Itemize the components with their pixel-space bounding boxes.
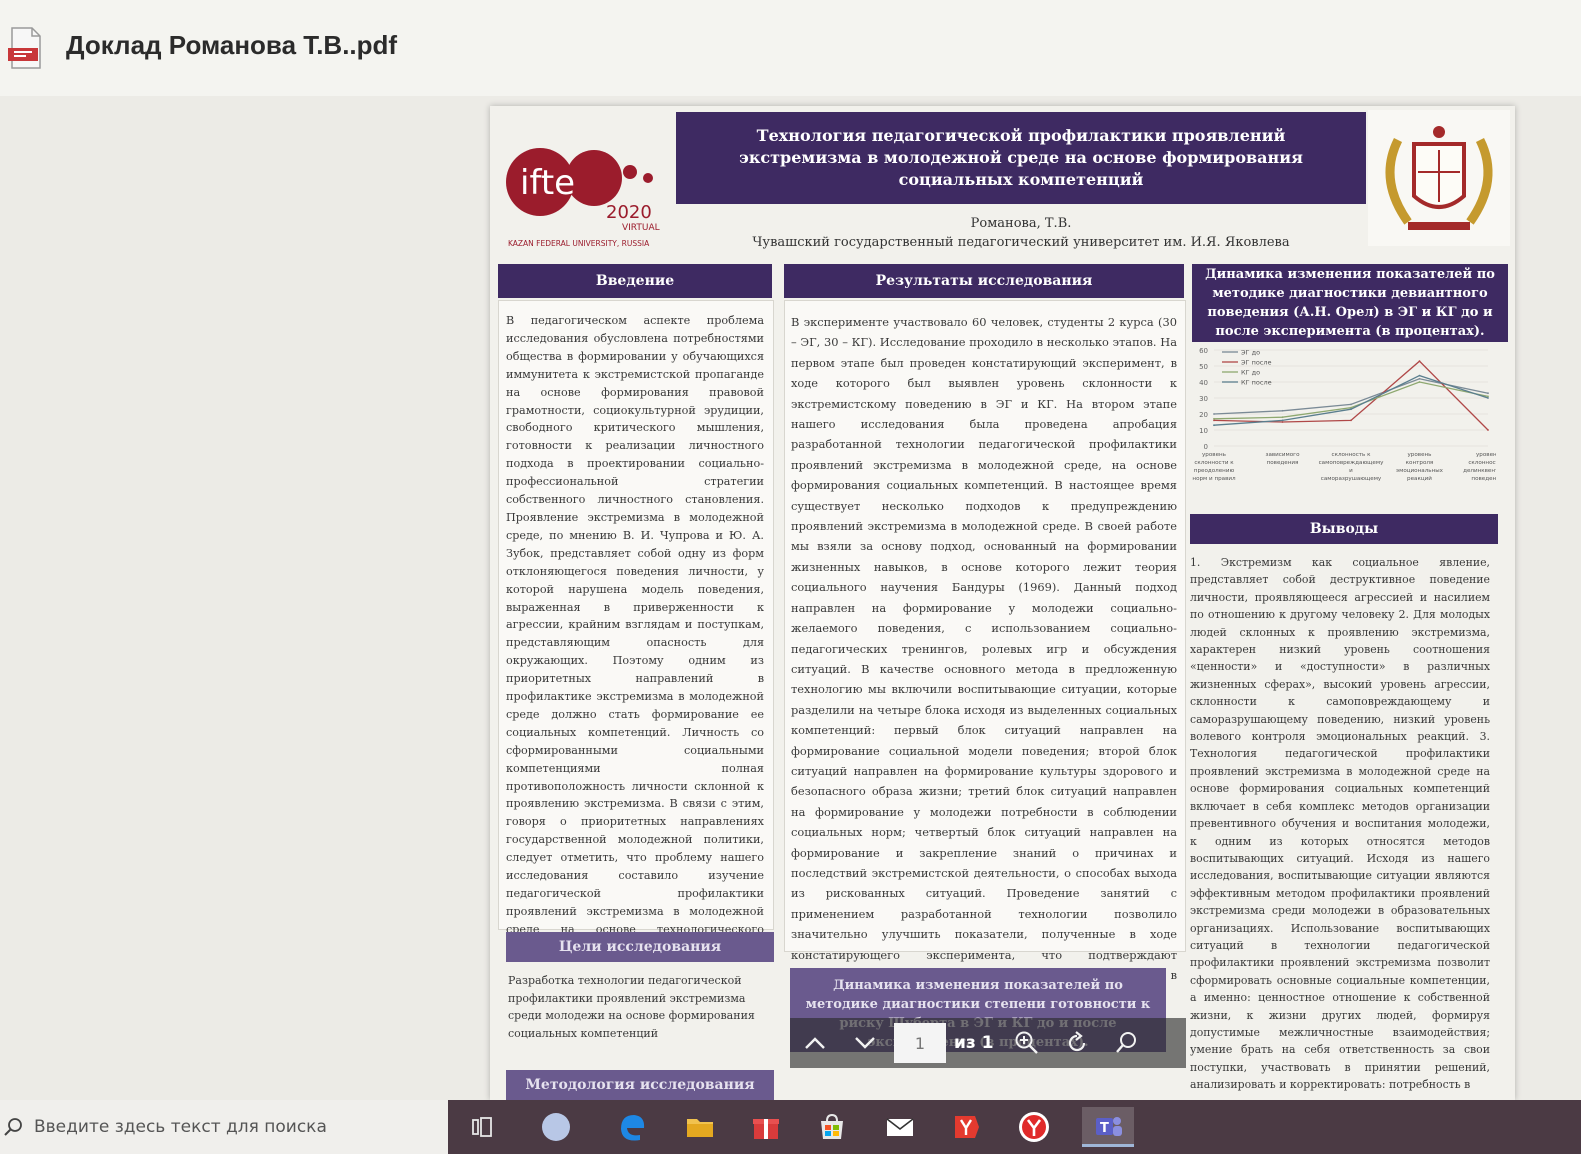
data-point [1281,421,1284,423]
data-point [1418,381,1421,383]
chevron-down-icon [855,1037,875,1049]
y-tick-label: 40 [1199,379,1208,387]
legend-label: КГ после [1241,379,1272,387]
edge-icon [621,1115,645,1141]
legend-label: ЭГ до [1241,349,1260,357]
mail-button[interactable] [880,1107,920,1147]
file-explorer-button[interactable] [680,1107,720,1147]
page-number-input[interactable]: 1 [894,1023,946,1063]
gift-icon [753,1119,779,1139]
dyn1-heading: Динамика изменения показателей по методи… [1192,264,1508,342]
data-point [1487,395,1489,398]
cortana-button[interactable] [536,1107,576,1147]
edge-browser-button[interactable] [612,1107,652,1147]
x-tick-label: уровеньсклонности кделинквентномуповеден… [1463,452,1496,482]
previous-page-button[interactable] [790,1018,840,1068]
store-button[interactable] [812,1107,852,1147]
title-bar: Доклад Романова Т.В..pdf [0,0,1581,97]
y-tick-label: 10 [1199,427,1208,435]
method-heading: Методология исследования [506,1070,774,1100]
series-line [1213,381,1489,420]
results-heading: Результаты исследования [784,264,1184,298]
taskbar-search-box[interactable]: Введите здесь текст для поиска [0,1100,448,1154]
data-point [1213,424,1215,427]
intro-heading: Введение [498,264,772,298]
legend-label: КГ до [1241,369,1260,377]
logo-text: ifte [520,163,575,203]
data-point [1350,419,1352,422]
rotate-icon [1068,1031,1085,1052]
data-point [1350,408,1352,411]
y-tick-label: 50 [1199,363,1208,371]
task-view-icon [472,1117,492,1137]
yandex-browser-icon [1019,1112,1049,1142]
poster-authors: Романова, Т.В. Чувашский государственный… [676,214,1366,252]
conclusions-heading: Выводы [1190,514,1498,544]
teams-icon: T [1096,1116,1122,1136]
data-point [1213,417,1215,420]
y-tick-label: 20 [1199,411,1208,419]
results-text: В эксперименте участвовало 60 человек, с… [791,315,1177,1002]
data-point [1281,416,1284,419]
y-tick-label: 60 [1199,347,1208,355]
search-icon [1115,1032,1136,1053]
data-point [1418,377,1421,380]
ifte-logo: ifte 2020 VIRTUAL KAZAN FEDERAL UNIVERSI… [506,148,660,248]
x-tick-label: зависимого поведения [1265,452,1300,466]
chevron-up-icon [805,1037,825,1049]
logo-year: 2020 [606,202,652,223]
task-view-button[interactable] [462,1107,502,1147]
data-point [1487,429,1489,431]
page-count-label: из 1 [954,1033,994,1053]
x-tick-label: уровень склонности к преодолению норм и пра… [1192,452,1236,482]
deviance-chart: 0 10 20 30 40 50 60 уровень склонности к преодоле… [1190,344,1496,504]
pdf-page-poster: ifte 2020 VIRTUAL KAZAN FEDERAL UNIVERSI… [490,106,1515,1100]
data-point [1487,392,1489,395]
intro-text: В педагогическом аспекте проблема исслед… [506,314,764,954]
folder-icon [687,1119,713,1137]
x-tick-label: склонность к самоповреждающему и саморазруш… [1319,452,1384,482]
author-name: Романова, Т.В. [970,216,1072,231]
data-point [1418,360,1421,363]
data-point [1213,419,1215,422]
logo-org: KAZAN FEDERAL UNIVERSITY, RUSSIA [508,239,650,248]
data-point [1213,413,1215,415]
next-page-button[interactable] [840,1018,890,1068]
svg-text:T: T [1100,1121,1109,1136]
x-tick-label: уровень контроля эмоциональных реакций [1396,452,1444,482]
rotate-button[interactable] [1052,1018,1102,1068]
store-bag-icon [821,1113,843,1139]
logo-virtual: VIRTUAL [622,223,660,233]
data-point [1281,409,1284,412]
teams-button[interactable]: T [1082,1107,1134,1147]
search-document-button[interactable] [1102,1018,1152,1068]
poster-title: Технология педагогической профилактики п… [676,112,1366,204]
taskbar: Введите здесь текст для поиска T [0,1100,1581,1154]
data-point [1350,403,1352,406]
yandex-browser-button[interactable] [1014,1107,1054,1147]
mail-icon [886,1118,914,1136]
zoom-in-button[interactable] [1002,1018,1052,1068]
conclusions-text: 1. Экстремизм как социальное явление, пр… [1190,556,1490,1092]
goals-heading: Цели исследования [506,932,774,962]
pdf-page-toolbar: 1 из 1 [790,1018,1186,1068]
data-point [1281,419,1284,422]
taskbar-search-placeholder: Введите здесь текст для поиска [34,1117,327,1137]
yandex-icon [955,1116,979,1138]
document-title: Доклад Романова Т.В..pdf [66,30,398,60]
legend-label: ЭГ после [1241,359,1272,367]
cortana-icon [542,1113,570,1141]
university-emblem [1368,110,1510,246]
goals-text: Разработка технологии педагогической про… [508,974,755,1040]
data-point [1487,397,1489,399]
data-point [1418,374,1421,377]
y-tick-label: 0 [1204,443,1208,451]
yandex-button[interactable] [946,1107,986,1147]
search-icon [4,1118,22,1136]
y-tick-label: 30 [1199,395,1208,403]
pdf-file-icon [8,27,41,69]
zoom-in-icon [1015,1031,1038,1054]
gift-app-button[interactable] [746,1107,786,1147]
author-affiliation: Чувашский государственный педагогический… [752,235,1290,250]
